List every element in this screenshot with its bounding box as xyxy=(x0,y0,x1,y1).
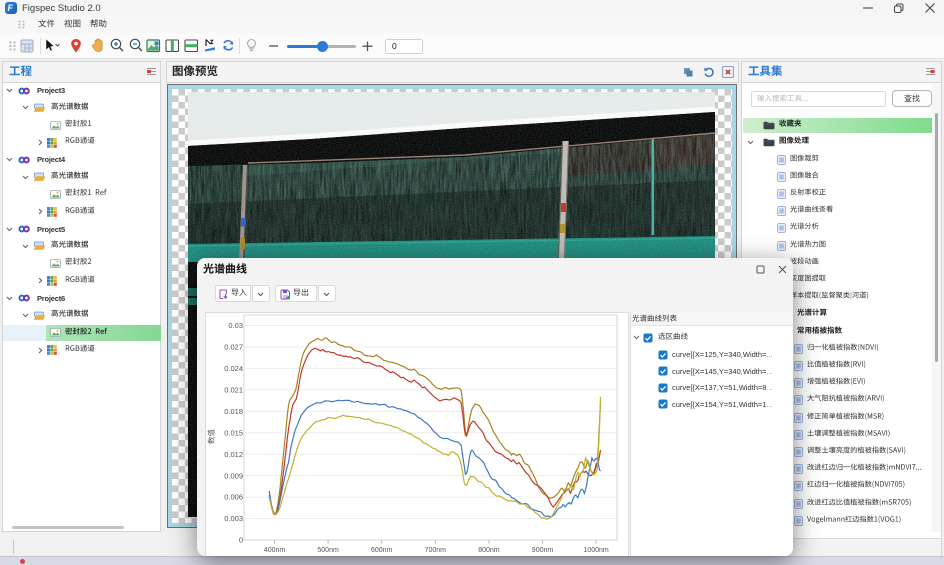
svg-text:500nm: 500nm xyxy=(317,547,339,554)
svg-text:400nm: 400nm xyxy=(264,547,286,554)
svg-text:700nm: 700nm xyxy=(425,547,447,554)
svg-text:1000nm: 1000nm xyxy=(583,547,608,554)
svg-text:0.03: 0.03 xyxy=(228,321,243,330)
svg-text:800nm: 800nm xyxy=(478,547,500,554)
svg-text:900nm: 900nm xyxy=(532,547,554,554)
svg-text:0.018: 0.018 xyxy=(224,407,243,416)
svg-text:600nm: 600nm xyxy=(371,547,393,554)
svg-text:0.003: 0.003 xyxy=(224,514,243,523)
svg-text:0.021: 0.021 xyxy=(224,385,243,394)
svg-text:0.027: 0.027 xyxy=(224,343,243,352)
svg-text:0.015: 0.015 xyxy=(224,428,243,437)
svg-text:0.024: 0.024 xyxy=(224,364,243,373)
svg-text:0: 0 xyxy=(239,536,243,545)
svg-text:0.009: 0.009 xyxy=(224,471,243,480)
svg-text:0.006: 0.006 xyxy=(224,493,243,502)
svg-text:0.012: 0.012 xyxy=(224,450,243,459)
